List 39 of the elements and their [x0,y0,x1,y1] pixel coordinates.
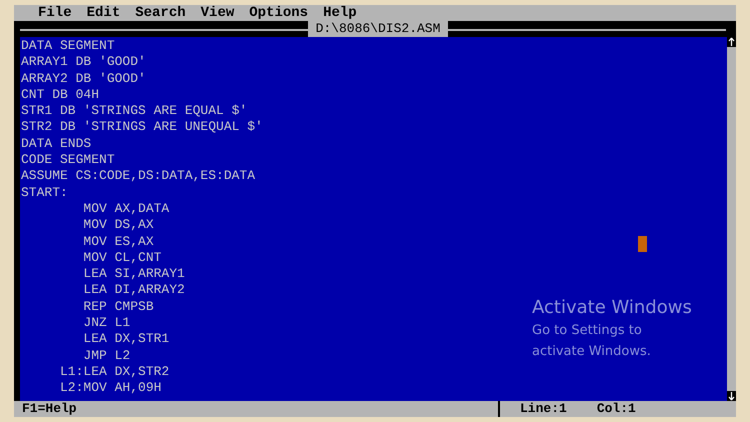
code-line: START: [21,184,68,201]
code-line: MOV CL,CNT [82,250,162,266]
code-line: ARRAY1 DB 'GOOD' [21,54,146,71]
code-line: CNT DB 04H [21,86,100,104]
code-line: ARRAY2 DB 'GOOD' [21,70,146,87]
code-line: MOV AX,DATA [82,200,170,218]
down-arrow-icon[interactable] [727,391,736,401]
code-line: L2:MOV AH,09H [59,380,162,397]
code-line: STR2 DB 'STRINGS ARE UNEQUAL $' [21,119,263,136]
code-line: DATA ENDS [21,136,92,152]
code-line: MOV ES,AX [82,234,154,250]
code-line: LEA DI,ARRAY2 [82,282,185,299]
window-title: D:\8086\DIS2.ASM [308,21,448,37]
line-indicator: Line:1 [520,401,567,417]
menu-item[interactable]: Edit [86,5,120,21]
scrollbar[interactable] [727,37,736,401]
code-line: LEA SI,ARRAY1 [82,266,185,282]
code-line: L1:LEA DX,STR2 [59,364,170,380]
menu-item[interactable]: File [38,5,72,21]
menu-item[interactable]: Help [323,5,357,21]
activation-title: Activate Windows [532,296,692,320]
up-arrow-icon[interactable] [727,37,736,47]
help-hint: F1=Help [21,401,78,417]
code-line: JMP L2 [82,348,130,364]
menu-item[interactable]: Search [135,5,186,21]
code-line: ASSUME CS:CODE,DS:DATA,ES:DATA [21,168,256,185]
code-line: STR1 DB 'STRINGS ARE EQUAL $' [21,103,248,120]
code-line: LEA DX,STR1 [82,331,170,348]
activation-message: activate Windows. [532,343,652,361]
code-line: DATA SEGMENT [21,38,115,54]
code-line: CODE SEGMENT [21,152,115,168]
code-line: JNZ L1 [82,315,130,332]
menu-item[interactable]: Options [249,5,308,21]
code-line: MOV DS,AX [82,217,154,234]
code-line: REP CMPSB [82,298,154,316]
menu-item[interactable]: View [200,5,234,21]
activation-message: Go to Settings to [532,322,643,340]
mouse-cursor-icon [638,236,647,252]
column-indicator: Col:1 [596,401,636,417]
